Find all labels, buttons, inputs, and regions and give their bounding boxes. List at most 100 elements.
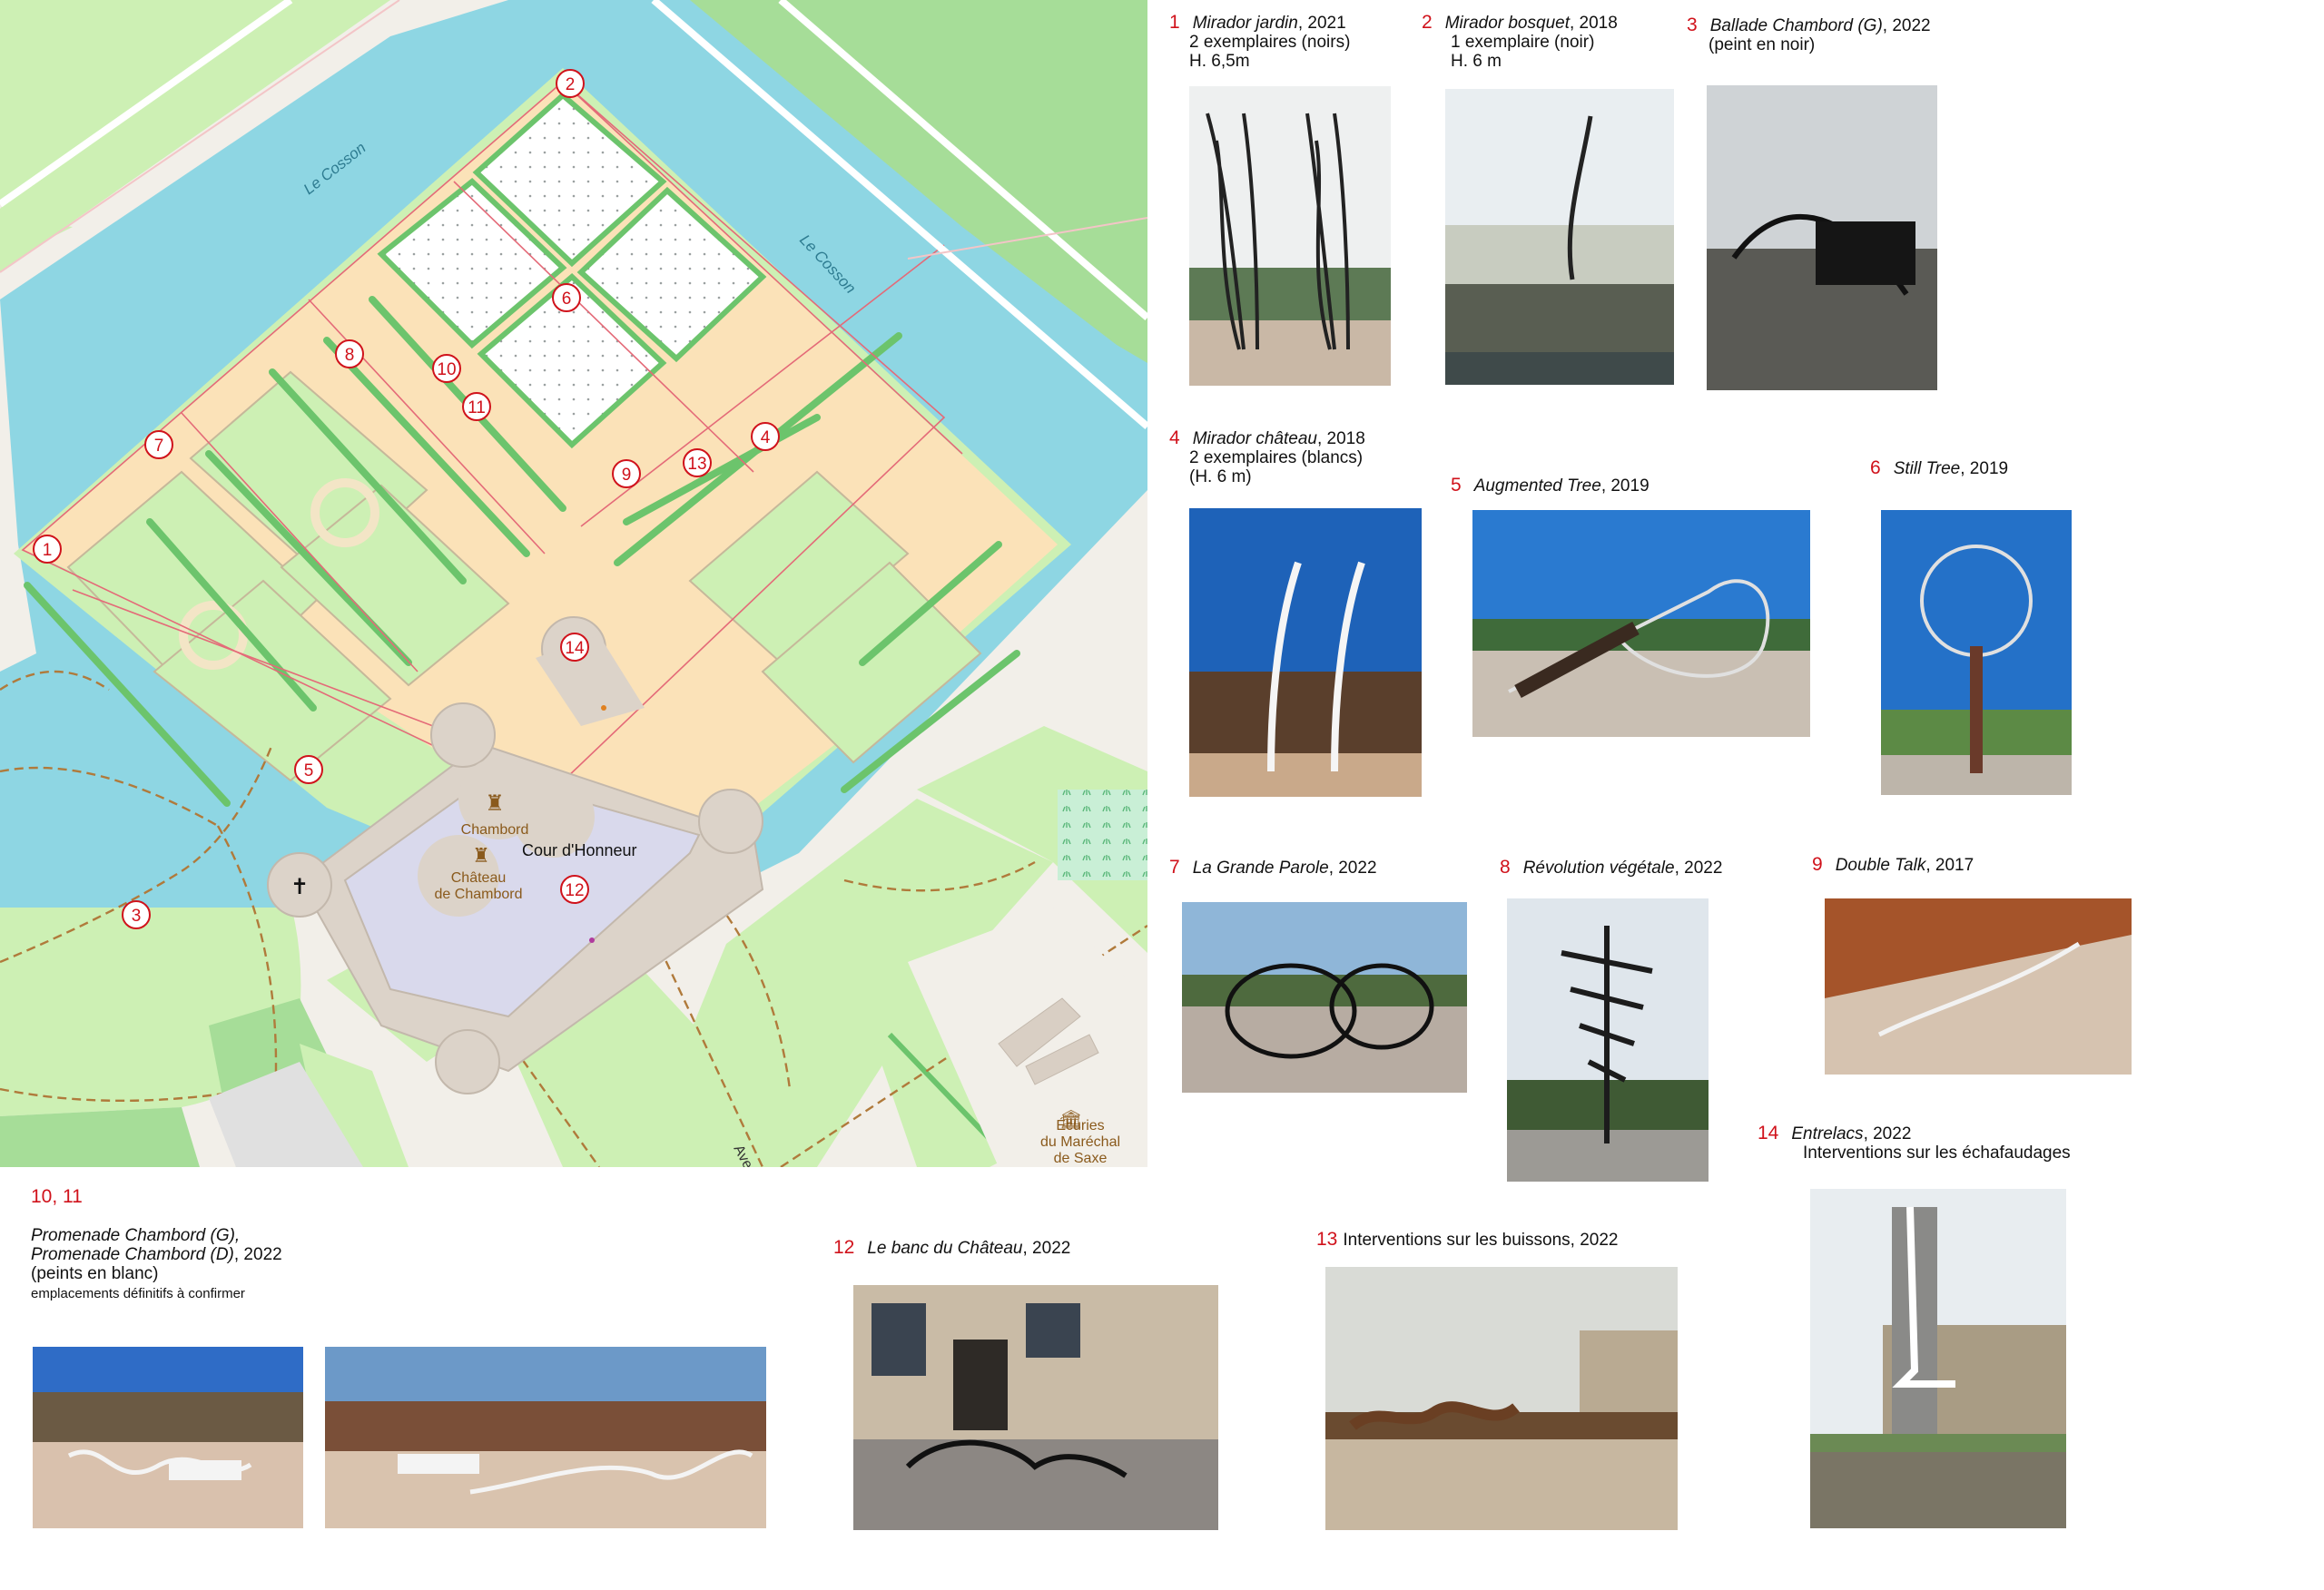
marker-label-14: 14 <box>565 639 585 658</box>
photo-revolution-vegetale <box>1507 898 1709 1182</box>
caption-year: , 2022 <box>1863 1124 1912 1143</box>
caption-year: , 2021 <box>1297 14 1346 33</box>
caption-year: , 2022 <box>1882 16 1931 35</box>
caption-line: (H. 6 m) <box>1189 467 1252 486</box>
caption-year: , 2017 <box>1925 856 1974 875</box>
caption-number: 1 <box>1169 12 1180 33</box>
caption-1: 1 Mirador jardin, 2021 2 exemplaires (noi… <box>1169 13 1350 71</box>
caption-line: 1 exemplaire (noir) <box>1451 33 1595 52</box>
marker-label-3: 3 <box>132 907 142 926</box>
caption-line: H. 6 m <box>1451 52 1502 71</box>
caption-year: , 2022 <box>233 1245 282 1264</box>
caption-14: 14 Entrelacs, 2022 Interventions sur les … <box>1758 1124 2071 1163</box>
caption-year: , 2022 <box>1328 859 1377 878</box>
caption-8: 8 Révolution végétale, 2022 <box>1500 858 1722 878</box>
caption-number: 7 <box>1169 857 1180 878</box>
caption-title: Entrelacs <box>1791 1124 1864 1143</box>
marker-label-6: 6 <box>562 290 572 309</box>
chateau-label-b: de Chambord <box>435 887 523 902</box>
photo-mirador-jardin <box>1189 86 1391 386</box>
stables-label-a: Écuries <box>1056 1116 1104 1134</box>
caption-line: Interventions sur les échafaudages <box>1803 1143 2071 1163</box>
caption-5: 5 Augmented Tree, 2019 <box>1451 476 1649 496</box>
caption-title: Interventions sur les buissons, 2022 <box>1343 1231 1619 1250</box>
caption-note: emplacements définitifs à confirmer <box>31 1286 245 1301</box>
caption-year: , 2018 <box>1569 14 1618 33</box>
chateau-label-a: Château <box>451 870 507 886</box>
caption-9: 9 Double Talk, 2017 <box>1812 855 1974 875</box>
photo-promenade-g <box>33 1347 303 1528</box>
caption-number: 8 <box>1500 857 1511 878</box>
caption-number: 4 <box>1169 427 1180 448</box>
marker-label-8: 8 <box>345 346 355 365</box>
marker-label-9: 9 <box>622 466 632 485</box>
caption-title: Le banc du Château <box>867 1239 1023 1258</box>
photo-ballade-chambord <box>1707 85 1937 390</box>
caption-7: 7 La Grande Parole, 2022 <box>1169 858 1377 878</box>
photo-entrelacs <box>1810 1189 2066 1528</box>
marker-label-12: 12 <box>565 881 584 900</box>
photo-double-talk <box>1825 898 2132 1075</box>
caption-number: 9 <box>1812 854 1823 875</box>
photo-augmented-tree <box>1472 510 1810 737</box>
chateau-label: Chambord <box>461 822 529 838</box>
caption-4: 4 Mirador château, 2018 2 exemplaires (bl… <box>1169 428 1365 486</box>
caption-title-2: Promenade Chambord (D) <box>31 1245 234 1264</box>
caption-year: , 2022 <box>1022 1239 1071 1258</box>
photo-still-tree <box>1881 510 2072 795</box>
chapel-cross-icon: ✝ <box>290 875 309 899</box>
caption-title: Mirador jardin <box>1192 14 1298 33</box>
site-map[interactable]: ✝ ♜ ♜ Chambord Château de Chambord Cour … <box>0 0 1147 1167</box>
castle-icon: ♜ <box>485 791 505 816</box>
photo-banc-du-chateau <box>853 1285 1218 1530</box>
caption-title: Révolution végétale <box>1522 859 1675 878</box>
caption-year: , 2022 <box>1674 859 1723 878</box>
caption-13: 13 Interventions sur les buissons, 2022 <box>1316 1230 1618 1250</box>
marker-label-5: 5 <box>304 761 314 780</box>
caption-number: 14 <box>1758 1123 1779 1143</box>
caption-title: Promenade Chambord (G), <box>31 1226 241 1245</box>
marker-label-4: 4 <box>761 428 771 447</box>
caption-year: , 2019 <box>1960 459 2009 478</box>
photo-mirador-bosquet <box>1445 89 1674 385</box>
caption-line: 2 exemplaires (noirs) <box>1189 33 1351 52</box>
caption-line: (peint en noir) <box>1709 35 1816 54</box>
caption-6: 6 Still Tree, 2019 <box>1870 458 2008 478</box>
caption-title: Augmented Tree <box>1473 476 1601 496</box>
marker-label-10: 10 <box>437 360 456 379</box>
photo-promenade-d <box>325 1347 766 1528</box>
caption-number: 5 <box>1451 475 1462 496</box>
photo-interventions-buissons <box>1325 1267 1678 1530</box>
caption-12: 12 Le banc du Château, 2022 <box>833 1238 1070 1258</box>
photo-la-grande-parole <box>1182 902 1467 1093</box>
photo-mirador-chateau <box>1189 508 1422 797</box>
caption-line: H. 6,5m <box>1189 52 1250 71</box>
marker-label-7: 7 <box>154 437 164 456</box>
caption-title: Double Talk <box>1835 856 1926 875</box>
stables-label-c: de Saxe <box>1054 1151 1108 1166</box>
caption-number: 10, 11 <box>31 1186 83 1207</box>
caption-line: (peints en blanc) <box>31 1264 159 1283</box>
caption-title: Mirador bosquet <box>1444 14 1570 33</box>
castle-icon-2: ♜ <box>472 844 490 867</box>
marker-label-1: 1 <box>43 541 53 560</box>
caption-year: , 2018 <box>1316 429 1365 448</box>
caption-3: 3 Ballade Chambord (G), 2022 (peint en no… <box>1687 15 1931 54</box>
caption-line: 2 exemplaires (blancs) <box>1189 448 1364 467</box>
marker-label-2: 2 <box>566 75 576 94</box>
caption-number: 2 <box>1422 12 1433 33</box>
caption-number: 3 <box>1687 15 1698 35</box>
court-label: Cour d'Honneur <box>522 841 637 859</box>
caption-title: Still Tree <box>1893 459 1961 478</box>
caption-2: 2 Mirador bosquet, 2018 1 exemplaire (noi… <box>1422 13 1618 71</box>
caption-year: , 2019 <box>1600 476 1649 496</box>
caption-number: 13 <box>1316 1229 1338 1250</box>
caption-title: La Grande Parole <box>1192 859 1329 878</box>
stables-label-b: du Maréchal <box>1040 1134 1120 1150</box>
caption-number: 12 <box>833 1237 855 1258</box>
caption-number: 6 <box>1870 457 1881 478</box>
marker-label-11: 11 <box>468 398 486 417</box>
caption-promenade: 10, 11 Promenade Chambord (G), Promenade… <box>31 1187 282 1303</box>
caption-title: Mirador château <box>1192 429 1317 448</box>
marker-label-13: 13 <box>687 455 706 474</box>
